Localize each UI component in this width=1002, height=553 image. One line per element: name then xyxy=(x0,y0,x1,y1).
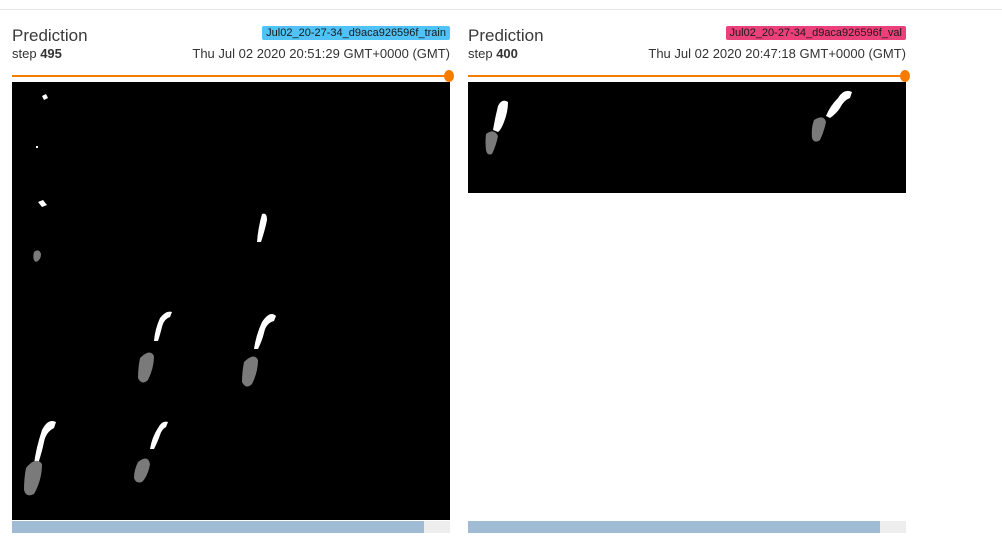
step-slider[interactable] xyxy=(468,70,910,82)
prediction-image xyxy=(468,82,906,193)
slider-track[interactable] xyxy=(468,75,906,77)
step-value: 495 xyxy=(40,46,62,61)
image-card-train: Prediction Jul02_20-27-34_d9aca926596f_t… xyxy=(12,26,454,520)
run-tag: Jul02_20-27-34_d9aca926596f_train xyxy=(262,26,450,40)
scrollbar-thumb[interactable] xyxy=(468,521,880,533)
card-title: Prediction xyxy=(468,26,544,45)
horizontal-scrollbar[interactable] xyxy=(468,521,906,533)
card-header: Prediction Jul02_20-27-34_d9aca926596f_t… xyxy=(12,26,450,70)
top-divider xyxy=(0,9,1002,10)
prediction-image xyxy=(12,82,450,520)
timestamp: Thu Jul 02 2020 20:47:18 GMT+0000 (GMT) xyxy=(648,46,906,61)
step-label: step 495 xyxy=(12,46,62,61)
step-slider[interactable] xyxy=(12,70,454,82)
run-tag: Jul02_20-27-34_d9aca926596f_val xyxy=(725,26,906,40)
slider-thumb[interactable] xyxy=(900,70,910,82)
card-title: Prediction xyxy=(12,26,88,45)
horizontal-scrollbar[interactable] xyxy=(12,521,450,533)
step-value: 400 xyxy=(496,46,518,61)
timestamp: Thu Jul 02 2020 20:51:29 GMT+0000 (GMT) xyxy=(192,46,450,61)
step-label: step 400 xyxy=(468,46,518,61)
card-header: Prediction Jul02_20-27-34_d9aca926596f_v… xyxy=(468,26,906,70)
slider-track[interactable] xyxy=(12,75,450,77)
slider-thumb[interactable] xyxy=(444,70,454,82)
scrollbar-thumb[interactable] xyxy=(12,521,424,533)
image-card-val: Prediction Jul02_20-27-34_d9aca926596f_v… xyxy=(468,26,910,193)
